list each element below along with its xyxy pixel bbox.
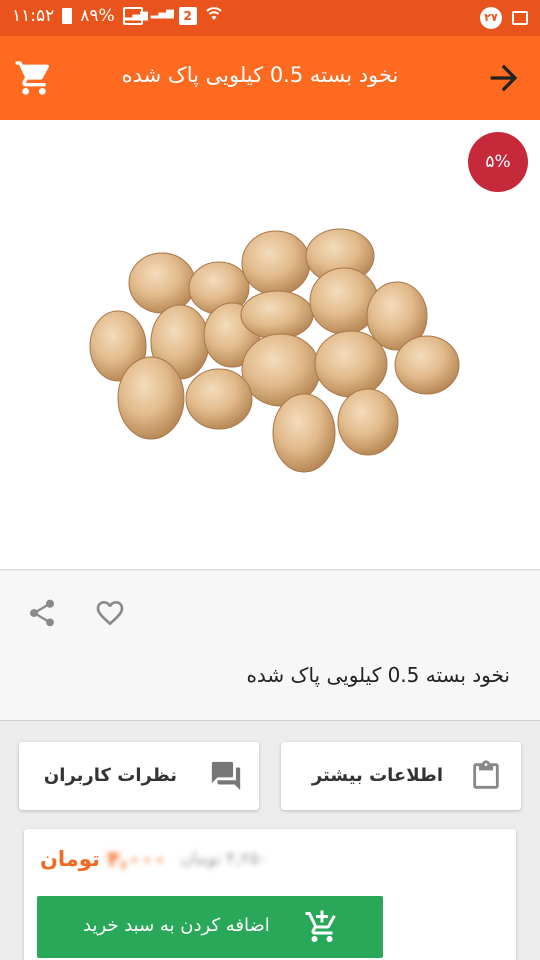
product-image: ۵%: [0, 120, 540, 570]
add-to-cart-icon: [305, 910, 336, 942]
more-info-label: اطلاعات بیشتر: [311, 765, 443, 786]
add-to-cart-button[interactable]: اضافه کردن به سبد خرید: [37, 896, 383, 958]
app-bar: نخود بسته 0.5 کیلویی پاک شده: [0, 36, 540, 120]
battery-icon: [62, 7, 73, 24]
clipboard-icon: [473, 760, 499, 789]
signal-icon: ▂▄▆: [122, 6, 148, 25]
favorite-button[interactable]: [93, 597, 127, 629]
product-name: نخود بسته 0.5 کیلویی پاک شده: [246, 663, 510, 687]
current-price-amount: ۴,۰۰۰: [107, 847, 167, 871]
user-comments-button[interactable]: نظرات کاربران: [19, 742, 259, 810]
clock: ۱۱:۵۲: [12, 5, 55, 26]
user-comments-label: نظرات کاربران: [43, 765, 177, 786]
sim-badge: 2: [178, 6, 197, 25]
chickpeas-image: [89, 228, 460, 473]
discount-badge: ۵%: [468, 132, 528, 192]
share-button[interactable]: [26, 597, 58, 629]
currency-label: تومان: [40, 847, 100, 871]
current-price: ۴,۰۰۰ تومان: [40, 847, 166, 871]
shopping-cart-icon: [15, 61, 50, 95]
purchase-box: ۴,۰۰۰ تومان ۴,۲۵۰ تومان اضافه کردن به سب…: [24, 829, 516, 960]
add-to-cart-label: اضافه کردن به سبد خرید: [83, 915, 270, 936]
back-button[interactable]: [484, 58, 524, 98]
wifi-icon: [205, 5, 223, 26]
price-row: ۴,۰۰۰ تومان ۴,۲۵۰ تومان: [40, 847, 268, 871]
status-bar-right: ۲۷: [480, 7, 528, 29]
signal-icon-2: ▂▄▆: [150, 7, 174, 19]
battery-level: ۸۹%: [80, 5, 115, 26]
share-icon: [29, 599, 55, 627]
heart-outline-icon: [96, 601, 124, 626]
old-price: ۴,۲۵۰ تومان: [180, 849, 269, 869]
status-bar: ۱۱:۵۲ ۸۹% ▂▄▆ ▂▄▆ 2 ۲۷: [0, 0, 540, 36]
page-title: نخود بسته 0.5 کیلویی پاک شده: [121, 63, 399, 87]
product-info-panel: نخود بسته 0.5 کیلویی پاک شده: [0, 571, 540, 721]
image-notification-icon: [512, 11, 528, 25]
more-info-button[interactable]: اطلاعات بیشتر: [281, 742, 521, 810]
chat-icon: [211, 761, 241, 791]
status-bar-left: ۱۱:۵۲ ۸۹% ▂▄▆ ▂▄▆ 2: [12, 5, 223, 26]
arrow-forward-icon: [490, 64, 518, 92]
notification-badge: ۲۷: [480, 7, 502, 29]
cart-button[interactable]: [14, 58, 54, 98]
